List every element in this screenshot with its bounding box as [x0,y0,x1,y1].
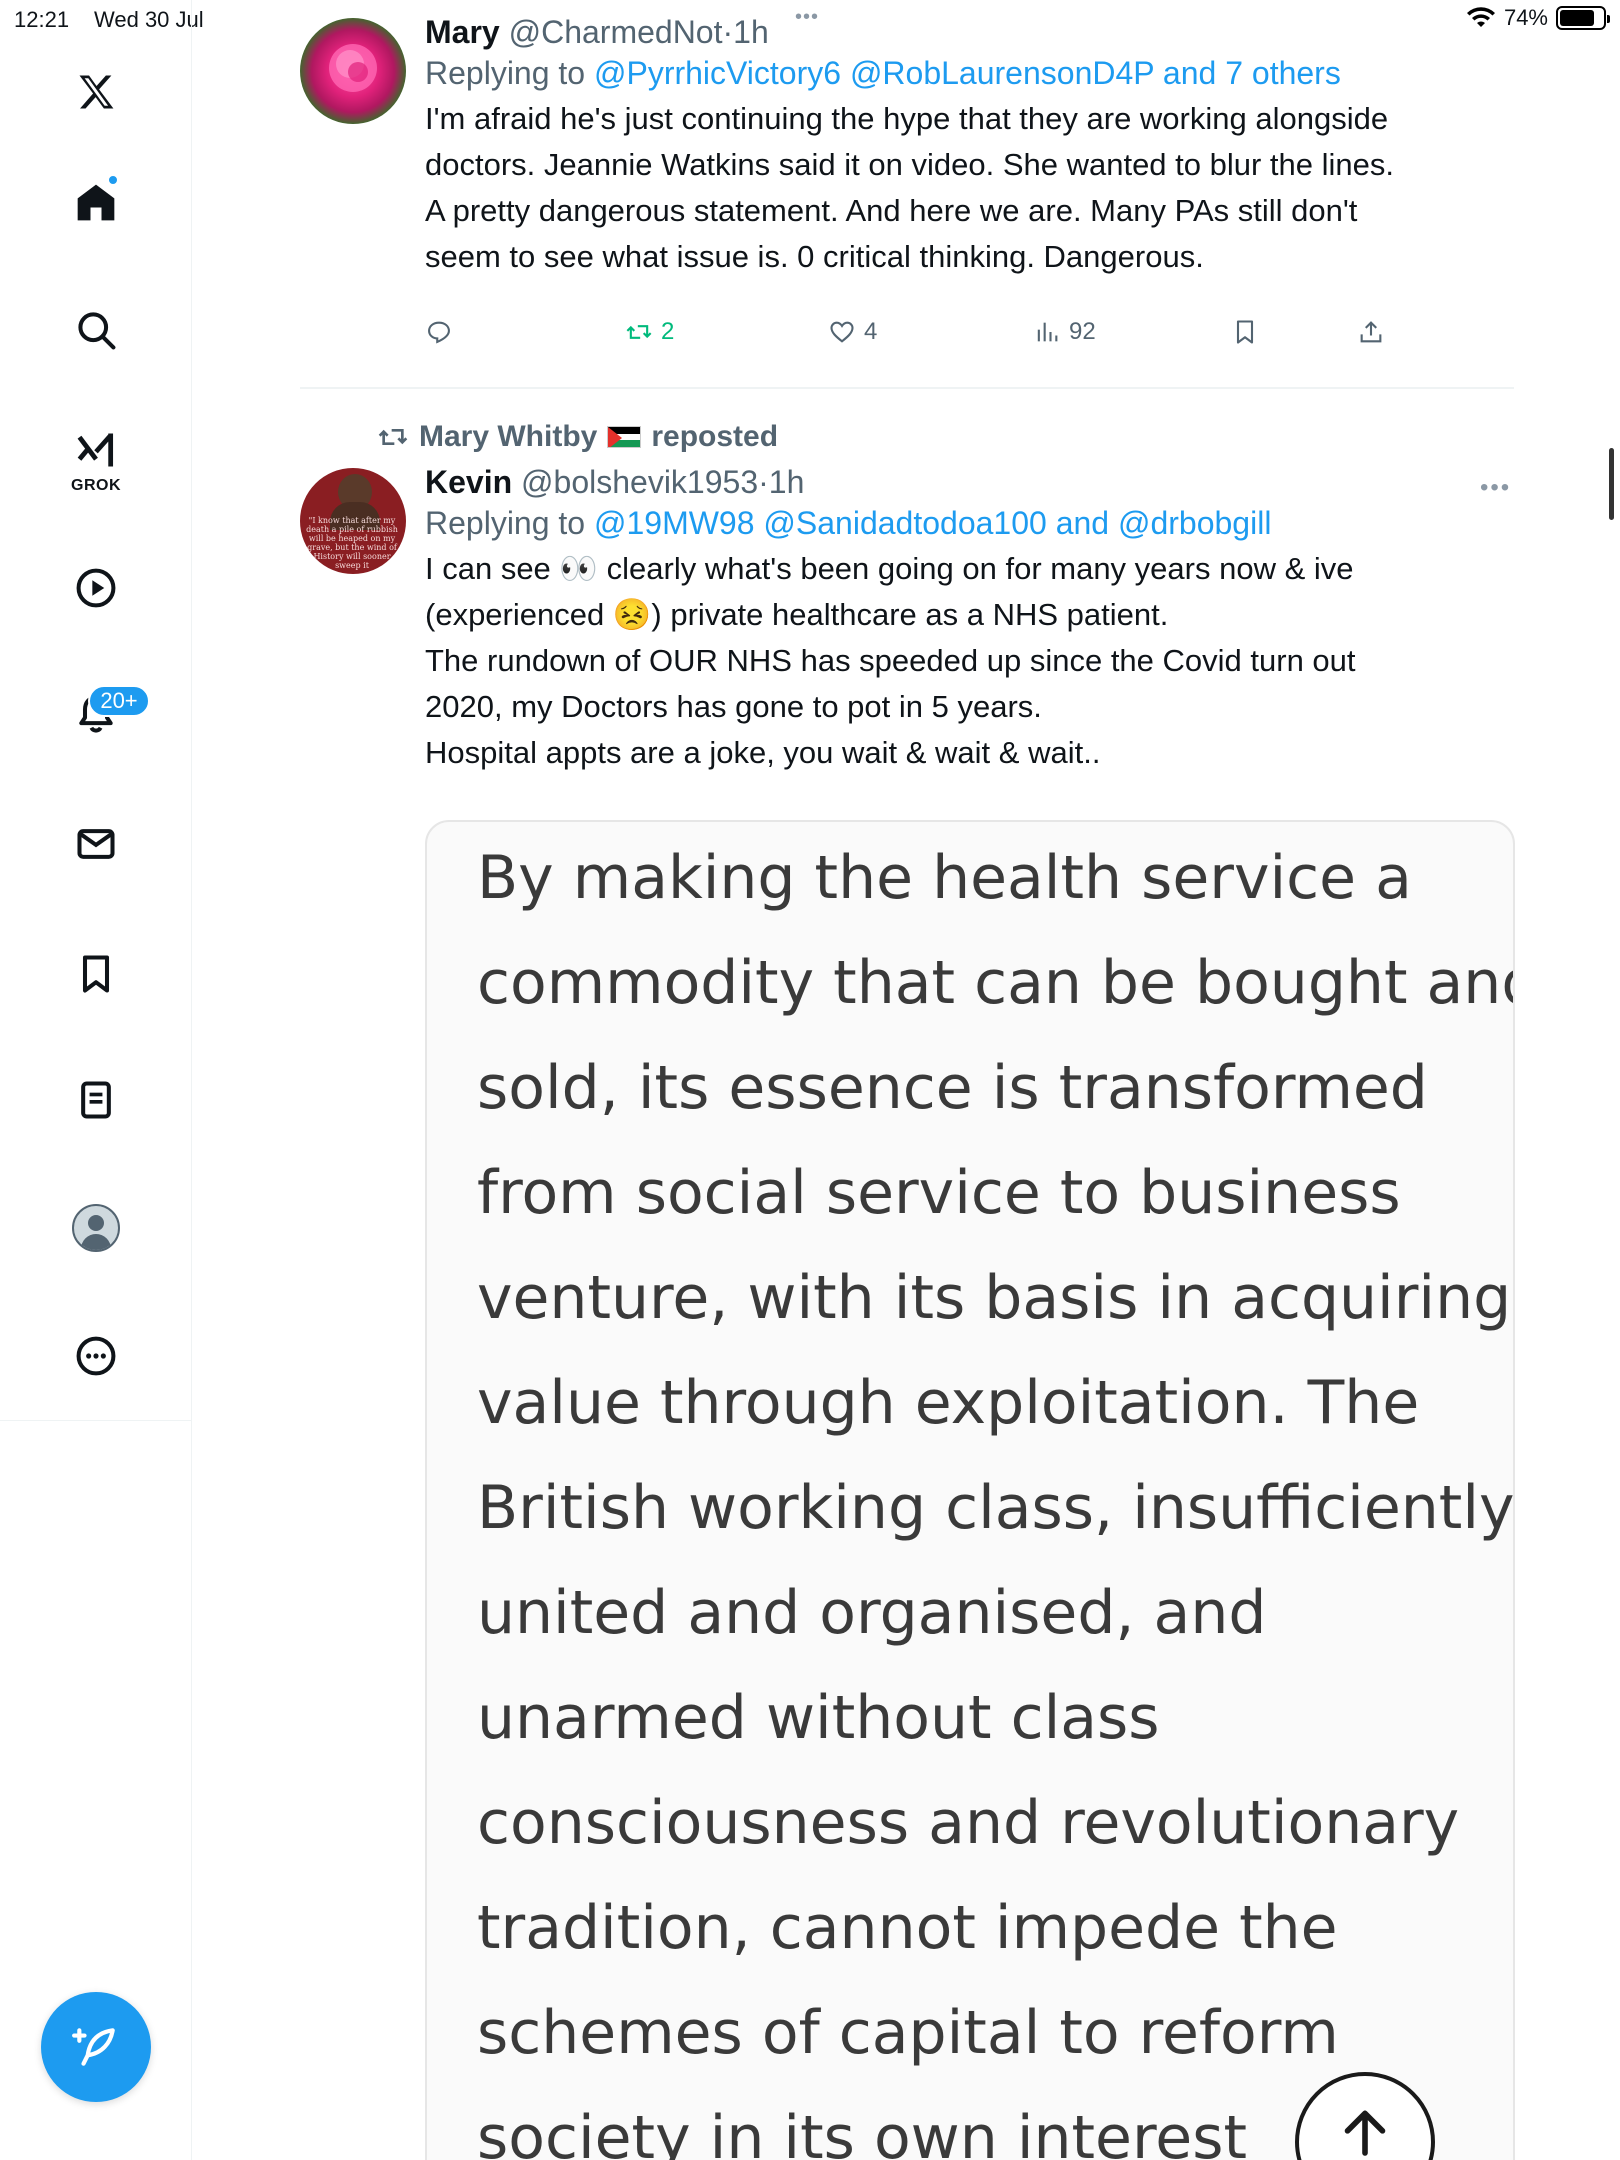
profile-avatar-icon[interactable] [72,1204,120,1252]
tweet-time[interactable]: 1h [733,14,769,50]
search-icon[interactable] [66,300,126,360]
battery-icon [1556,6,1610,30]
tweet-time[interactable]: 1h [769,464,805,500]
bookmark-action-icon [1236,320,1254,344]
tweet-text-line: I can see 👀 clearly what's been going on… [425,551,1354,586]
tweet-text-line: (experienced 😣) private healthcare as a … [425,597,1169,632]
more-circle-icon[interactable] [66,1326,126,1386]
media-text-line: schemes of capital to reform [477,1998,1339,2068]
sidebar-divider [0,1420,192,1421]
separator-dot: · [758,464,769,500]
author-handle[interactable]: @bolshevik1953 [521,464,758,500]
separator-dot: · [722,14,734,50]
home-unread-dot [107,174,119,186]
messages-mail-icon[interactable] [66,814,126,874]
media-text-line: from social service to business [477,1158,1401,1228]
tweet-text-line: doctors. Jeannie Watkins said it on vide… [425,147,1395,182]
x-logo-icon[interactable] [66,62,126,122]
palestine-flag-icon [607,426,642,448]
author-handle[interactable]: @CharmedNot [509,14,723,50]
like-button[interactable]: 4 [828,318,877,346]
reply-icon [428,321,450,344]
media-text-line: commodity that can be bought and [477,948,1515,1018]
tweet-text-line: A pretty dangerous statement. And here w… [425,193,1358,228]
share-button[interactable] [1357,318,1385,346]
replying-to: Replying to @PyrrhicVictory6 @RobLaurens… [425,52,1515,94]
repost-icon [378,429,408,445]
arrow-up-icon [1344,2110,1386,2156]
tweet-separator [300,387,1514,389]
like-count: 4 [864,318,878,345]
replying-to: Replying to @19MW98 @Sanidadtodoa100 and… [425,502,1515,544]
tweet-header: Kevin @bolshevik1953·1h [425,462,1515,502]
tweet-text-line: I'm afraid he's just continuing the hype… [425,101,1389,136]
media-image-text: By making the health service a commodity… [477,826,1515,2160]
bookmark-action-button[interactable] [1231,318,1259,346]
tweet-header: Mary @CharmedNot·1h [425,12,1515,52]
repost-label: reposted [651,420,779,453]
replying-mentions[interactable]: @PyrrhicVictory6 @RobLaurensonD4P and 7 … [594,55,1341,91]
views-button[interactable]: 92 [1033,318,1096,346]
view-count: 92 [1069,318,1096,345]
media-text-line: consciousness and revolutionary [477,1788,1460,1858]
tweet-2[interactable]: Kevin @bolshevik1953·1h Replying to @19M… [425,462,1515,776]
replying-prefix: Replying to [425,505,594,541]
repost-by[interactable]: Mary Whitby [419,418,597,456]
video-play-icon[interactable] [66,558,126,618]
repost-indicator[interactable]: Mary Whitby reposted [377,418,778,456]
notifications-badge: 20+ [88,685,150,717]
tweet-1[interactable]: Mary @CharmedNot·1h Replying to @Pyrrhic… [425,12,1515,280]
reply-button[interactable] [425,318,461,346]
media-text-line: value through exploitation. The [477,1368,1420,1438]
media-text-line: British working class, insufficiently [477,1473,1515,1543]
sidebar: GROK 20+ [0,0,192,2160]
author-name[interactable]: Kevin [425,464,512,500]
retweet-icon [626,325,652,339]
compose-button[interactable] [41,1992,151,2102]
author-name[interactable]: Mary [425,14,500,50]
replying-mentions[interactable]: @19MW98 @Sanidadtodoa100 and @drbobgill [594,505,1271,541]
tweet-text-line: Hospital appts are a joke, you wait & wa… [425,735,1101,770]
avatar-quote-text: "I know that after my death a pile of ru… [306,516,398,570]
scrollbar[interactable] [1609,448,1614,520]
tweet-text-line: The rundown of OUR NHS has speeded up si… [425,643,1356,678]
views-chart-icon [1037,322,1058,342]
share-upload-icon [1360,321,1382,343]
media-text-line: venture, with its basis in acquiring [477,1263,1512,1333]
tweet-author-avatar[interactable] [300,18,406,124]
media-text-line: unarmed without class [477,1683,1160,1753]
tweet-text: I can see 👀 clearly what's been going on… [425,546,1515,776]
tweet-text-line: 2020, my Doctors has gone to pot in 5 ye… [425,689,1042,724]
media-text-line: united and organised, and [477,1578,1267,1648]
tweet-media-image[interactable]: By making the health service a commodity… [425,820,1515,2160]
tweet-actions: 2 4 92 [425,318,1395,358]
grok-label: GROK [71,477,121,494]
compose-feather-plus-icon [72,2028,115,2066]
replying-prefix: Replying to [425,55,594,91]
retweet-button[interactable]: 2 [625,318,674,346]
media-text-line: sold, its essence is transformed [477,1053,1428,1123]
like-heart-icon [830,321,854,343]
bookmark-icon[interactable] [66,944,126,1004]
media-text-line: tradition, cannot impede the [477,1893,1338,1963]
grok-icon[interactable] [66,420,126,480]
media-text-line: By making the health service a [477,843,1412,913]
tweet-author-avatar[interactable]: "I know that after my death a pile of ru… [300,468,406,574]
tweet-text-line: seem to see what issue is. 0 critical th… [425,239,1204,274]
retweet-count: 2 [661,318,675,345]
tweet-text: I'm afraid he's just continuing the hype… [425,96,1515,280]
lists-icon[interactable] [66,1070,126,1130]
